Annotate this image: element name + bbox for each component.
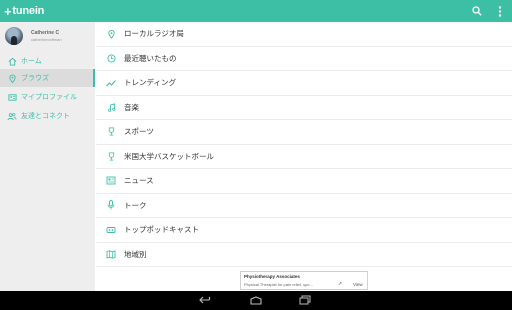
list-item-label: 音楽: [124, 102, 139, 112]
microphone-icon: [106, 200, 116, 210]
ad-arrow-icon: ➚: [338, 281, 343, 287]
profile-username: catherinecoffman: [31, 37, 62, 42]
sidebar-item-my-profile[interactable]: マイプロファイル: [0, 88, 95, 106]
sidebar-item-label: ホーム: [21, 58, 42, 65]
list-item-label: 地域別: [124, 249, 147, 259]
location-pin-icon: [106, 29, 116, 39]
profile-card-icon: [7, 92, 17, 102]
ad-banner[interactable]: Physiotherapy Associates Physical Therap…: [240, 271, 368, 290]
trending-icon: [106, 78, 116, 88]
list-item-trending[interactable]: トレンディング: [96, 71, 512, 96]
list-item-label: トップポッドキャスト: [124, 225, 199, 235]
back-icon[interactable]: [199, 294, 213, 306]
list-item-label: ニュース: [124, 176, 154, 186]
list-item-label: トレンディング: [124, 78, 176, 88]
clock-icon: [106, 53, 116, 63]
map-icon: [106, 249, 116, 259]
music-note-icon: [106, 102, 116, 112]
sidebar-item-browse[interactable]: ブラウズ: [0, 69, 95, 87]
sidebar-item-label: ブラウズ: [21, 75, 49, 82]
search-icon[interactable]: [469, 3, 485, 19]
home-nav-icon[interactable]: [249, 294, 263, 306]
sidebar-item-label: マイプロファイル: [21, 94, 77, 101]
list-item-sports[interactable]: スポーツ: [96, 120, 512, 145]
profile-name: Catherine C: [31, 30, 60, 36]
sidebar-item-home[interactable]: ホーム: [0, 52, 95, 70]
sidebar-item-connect-friends[interactable]: 友達とコネクト: [0, 107, 95, 125]
list-item-local-radio[interactable]: ローカルラジオ局: [96, 22, 512, 47]
location-pin-icon: [7, 73, 17, 83]
trophy-icon: [106, 127, 116, 137]
list-item-label: 最近聴いたもの: [124, 53, 177, 63]
list-item-music[interactable]: 音楽: [96, 96, 512, 120]
list-item-label: トーク: [124, 200, 147, 210]
system-navigation-bar: [0, 291, 512, 310]
ad-description: Physical Therapist for pain relief, spo.…: [244, 282, 313, 287]
sidebar-item-label: 友達とコネクト: [21, 113, 70, 120]
navigation-drawer: Catherine C catherinecoffman ホーム ブラウズ マイ…: [0, 22, 95, 291]
overflow-menu-icon[interactable]: [492, 3, 508, 19]
list-item-by-region[interactable]: 地域別: [96, 243, 512, 267]
ad-view-button[interactable]: View: [353, 282, 363, 287]
ad-title: Physiotherapy Associates: [244, 274, 300, 279]
people-icon: [7, 111, 17, 121]
home-icon: [7, 56, 17, 66]
plus-icon: +: [4, 3, 12, 19]
list-item-talk[interactable]: トーク: [96, 194, 512, 218]
app-bar: + tunein: [0, 0, 512, 22]
brand-name: tunein: [12, 5, 45, 17]
list-item-news[interactable]: ニュース: [96, 169, 512, 194]
newspaper-icon: [106, 176, 116, 186]
trophy-icon: [106, 151, 116, 161]
podcast-icon: [106, 225, 116, 235]
list-item-top-podcasts[interactable]: トップポッドキャスト: [96, 218, 512, 243]
list-item-label: スポーツ: [124, 127, 154, 137]
tunein-logo[interactable]: + tunein: [4, 4, 44, 18]
recents-icon[interactable]: [298, 294, 312, 306]
list-item-college-basketball[interactable]: 米国大学バスケットボール: [96, 145, 512, 169]
avatar[interactable]: [5, 27, 23, 45]
list-item-label: 米国大学バスケットボール: [124, 151, 214, 161]
browse-list: ローカルラジオ局 最近聴いたもの トレンディング 音楽 スポーツ 米国大学バスケ…: [96, 22, 512, 270]
list-item-recent[interactable]: 最近聴いたもの: [96, 47, 512, 71]
list-item-label: ローカルラジオ局: [124, 29, 184, 39]
